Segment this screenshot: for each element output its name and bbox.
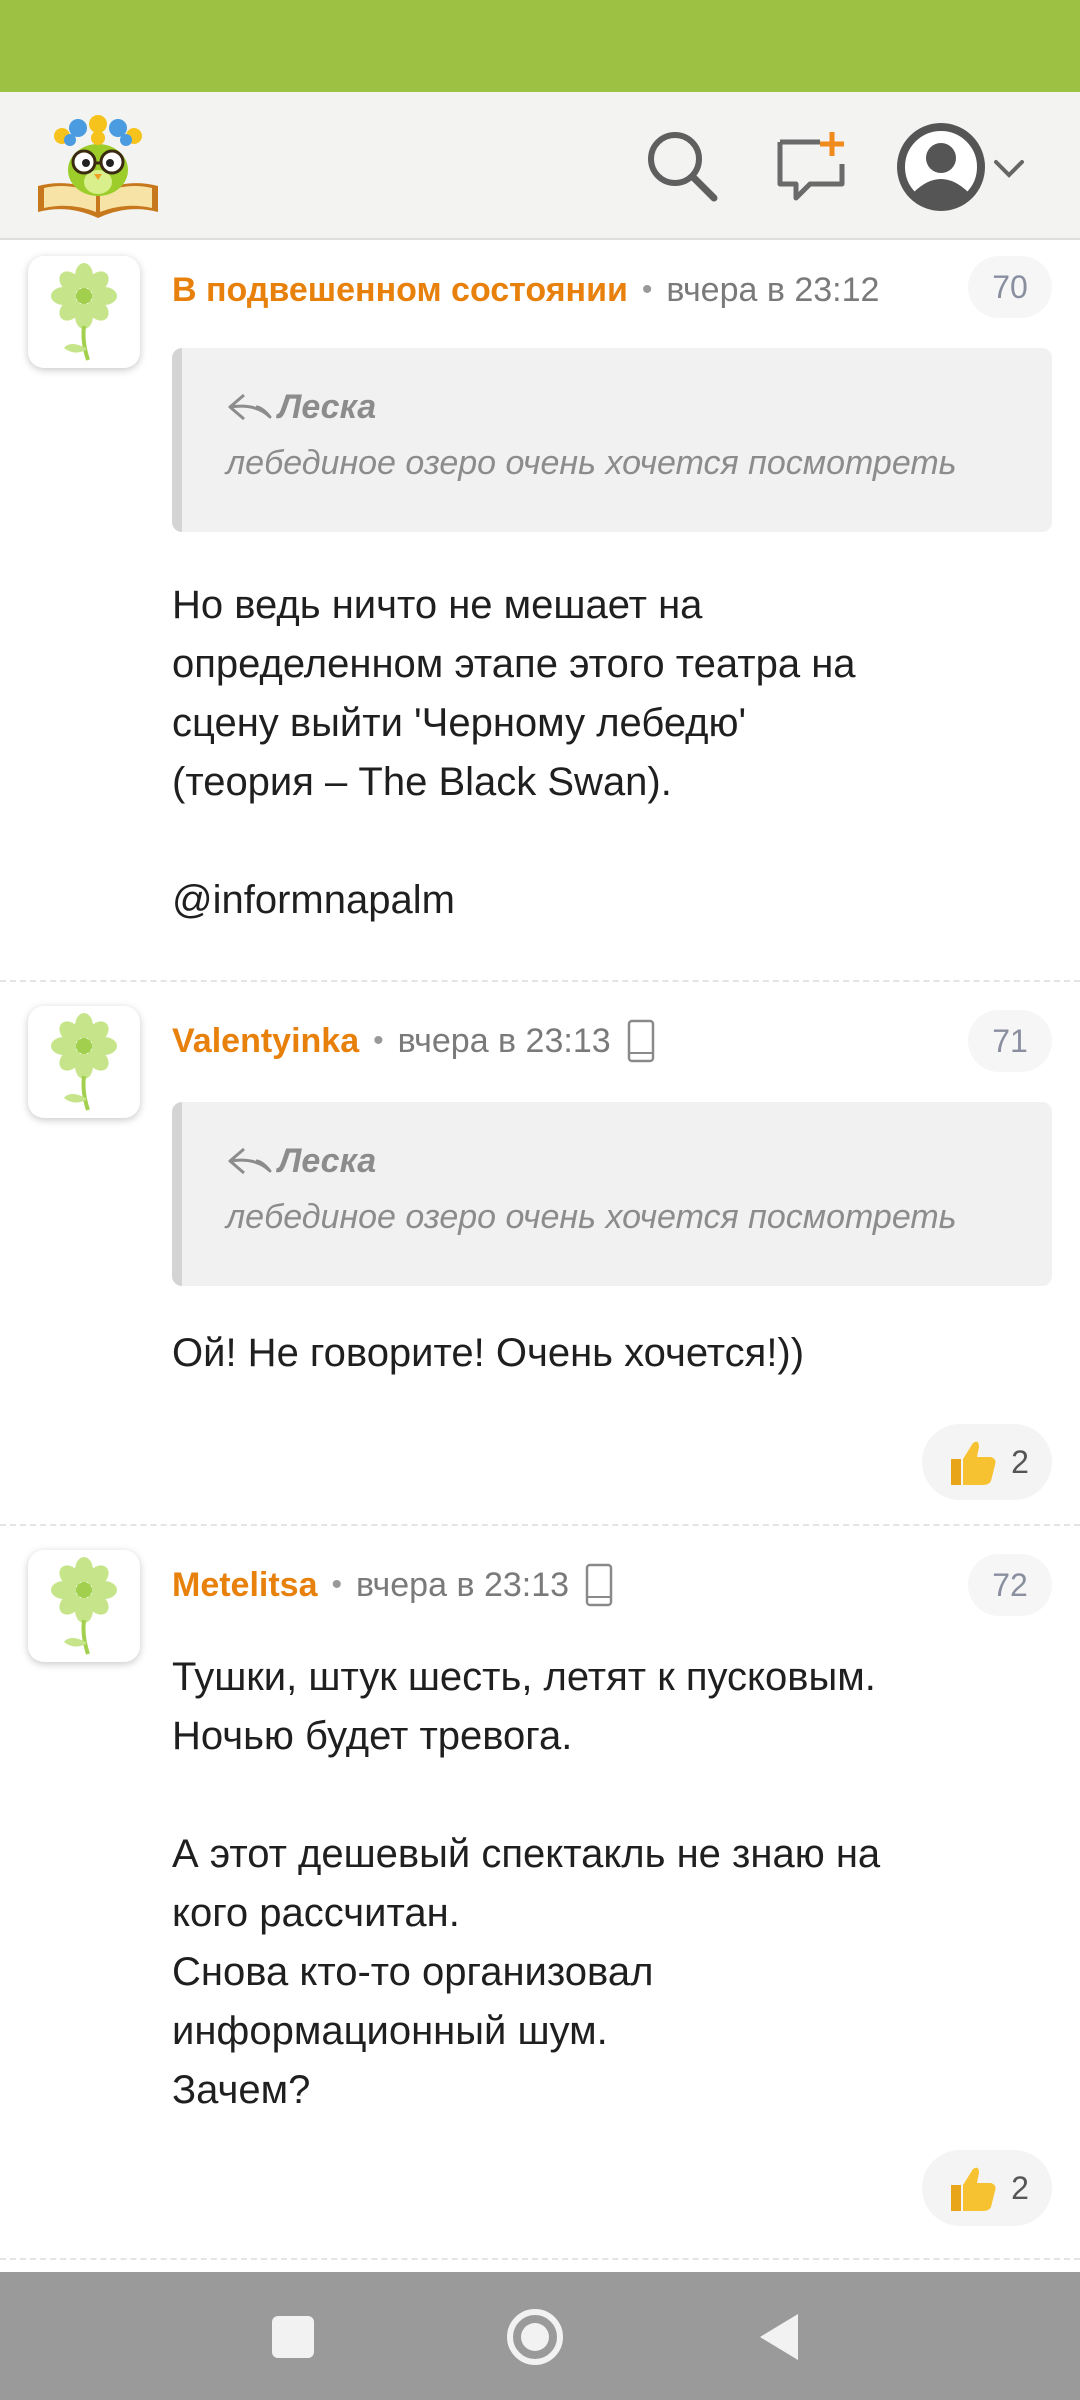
- quote-block: Леска лебединое озеро очень хочется посм…: [172, 1102, 1052, 1286]
- comment-line: (теория – The Black Swan).: [172, 760, 672, 804]
- quote-author-name: Леска: [278, 387, 377, 426]
- comment-line: информационный шум.: [172, 2009, 608, 2053]
- comment-line: А этот дешевый спектакль не знаю на: [172, 1832, 881, 1876]
- thumbs-up-icon: [951, 2167, 996, 2211]
- comment-line: кого рассчитан.: [172, 1891, 460, 1935]
- quote-author-name: Леска: [278, 1141, 377, 1180]
- comment-line: Тушки, штук шесть, летят к пусковым.: [172, 1655, 876, 1699]
- comment-number[interactable]: 70: [968, 256, 1052, 318]
- app-header: [0, 92, 1080, 240]
- status-bar: [0, 0, 1080, 92]
- daisy-icon: [51, 1013, 117, 1111]
- reply-icon: [228, 1147, 272, 1175]
- like-button[interactable]: 2: [922, 2150, 1052, 2226]
- comment-body: Ой! Не говорите! Очень хочется!)): [172, 1324, 1052, 1383]
- comment-body: Тушки, штук шесть, летят к пусковым. Ноч…: [172, 1648, 1052, 2120]
- back-button[interactable]: [746, 2302, 816, 2372]
- comment-line: сцену выйти 'Черному лебедю': [172, 701, 747, 745]
- meta-separator: •: [331, 1568, 343, 1601]
- comment-70: В подвешенном состоянии • вчера в 23:12 …: [0, 240, 1080, 980]
- avatar[interactable]: [28, 1006, 140, 1118]
- daisy-icon: [51, 1557, 117, 1655]
- quote-author: Леска: [226, 1138, 376, 1184]
- comment-meta: Valentyinka • вчера в 23:13: [172, 1016, 655, 1066]
- quote-text: лебединое озеро очень хочется посмотреть: [226, 444, 957, 482]
- author-name[interactable]: В подвешенном состоянии: [172, 271, 628, 310]
- comment-number[interactable]: 71: [968, 1010, 1052, 1072]
- user-avatar-icon[interactable]: [896, 122, 986, 212]
- comment-line: Но ведь ничто не мешает на: [172, 583, 703, 627]
- new-message-icon[interactable]: [772, 128, 850, 206]
- comment-line: [172, 812, 1052, 871]
- like-count: 2: [1011, 1443, 1029, 1480]
- comment-72: Metelitsa • вчера в 23:13 72 Тушки, штук…: [0, 1526, 1080, 2256]
- recents-button[interactable]: [258, 2302, 328, 2372]
- comment-line[interactable]: @informnapalm: [172, 871, 1052, 930]
- comment-line: Зачем?: [172, 2068, 311, 2112]
- comment-meta: В подвешенном состоянии • вчера в 23:12: [172, 265, 879, 315]
- comment-line: [172, 1766, 1052, 1825]
- reply-icon: [228, 393, 272, 421]
- author-name[interactable]: Metelitsa: [172, 1566, 318, 1605]
- quote-text: лебединое озеро очень хочется посмотреть: [226, 1198, 957, 1236]
- comment-line: Снова кто-то организовал: [172, 1950, 654, 1994]
- author-name[interactable]: Valentyinka: [172, 1022, 359, 1061]
- home-button[interactable]: [500, 2302, 570, 2372]
- comment-meta: Metelitsa • вчера в 23:13: [172, 1560, 613, 1610]
- mobile-device-icon: [627, 1019, 654, 1063]
- comment-line: Ой! Не говорите! Очень хочется!)): [172, 1331, 805, 1375]
- site-logo[interactable]: [34, 108, 162, 224]
- thumbs-up-icon: [951, 1441, 996, 1485]
- comment-time: вчера в 23:12: [666, 270, 880, 309]
- comment-line: Ночью будет тревога.: [172, 1714, 573, 1758]
- meta-separator: •: [641, 273, 653, 306]
- comment-body: Но ведь ничто не мешает на определенном …: [172, 576, 1052, 930]
- quote-block: Леска лебединое озеро очень хочется посм…: [172, 348, 1052, 532]
- like-count: 2: [1011, 2169, 1029, 2206]
- meta-separator: •: [373, 1024, 384, 1057]
- system-navigation-bar: [0, 2272, 1080, 2400]
- comment-line: определенном этапе этого театра на: [172, 642, 856, 686]
- quote-author: Леска: [226, 384, 376, 430]
- daisy-icon: [51, 263, 117, 361]
- mobile-device-icon: [585, 1563, 613, 1607]
- comment-divider: [0, 2258, 1080, 2260]
- like-button[interactable]: 2: [922, 1424, 1052, 1500]
- comment-time: вчера в 23:13: [397, 1021, 611, 1060]
- comment-71: Valentyinka • вчера в 23:13 71 Леска леб…: [0, 982, 1080, 1524]
- comment-number[interactable]: 72: [968, 1554, 1052, 1616]
- comment-time: вчера в 23:13: [356, 1565, 570, 1604]
- avatar[interactable]: [28, 256, 140, 368]
- search-icon[interactable]: [642, 126, 722, 206]
- avatar[interactable]: [28, 1550, 140, 1662]
- chevron-down-icon[interactable]: [990, 150, 1028, 188]
